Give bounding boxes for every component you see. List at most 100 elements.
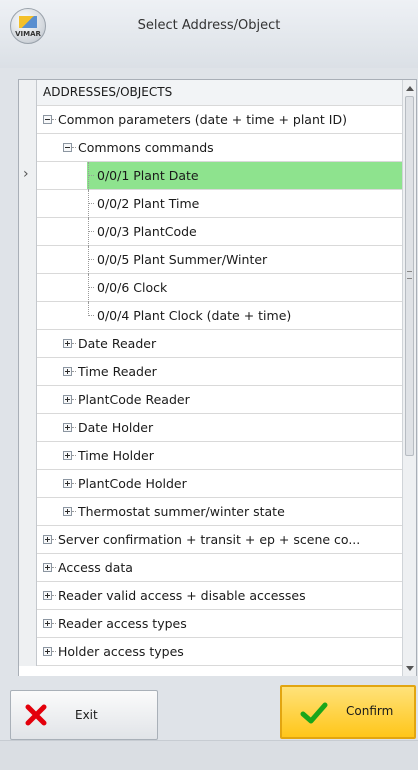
tree-row[interactable]: 0/0/1 Plant Date	[19, 162, 402, 190]
tree-row[interactable]: Server confirmation + transit + ep + sce…	[19, 526, 402, 554]
tree-item-label[interactable]: Common parameters (date + time + plant I…	[58, 112, 347, 127]
expand-icon[interactable]	[63, 339, 72, 348]
row-header[interactable]	[19, 302, 37, 330]
tree-row[interactable]: 0/0/6 Clock	[19, 274, 402, 302]
tree-row[interactable]: 0/0/2 Plant Time	[19, 190, 402, 218]
collapse-icon[interactable]	[63, 143, 72, 152]
row-header[interactable]	[19, 134, 37, 162]
row-header[interactable]	[19, 274, 37, 302]
tree-connector	[72, 371, 76, 372]
tree-item-label[interactable]: Reader access types	[58, 616, 187, 631]
tree-row[interactable]: Commons commands	[19, 134, 402, 162]
tree-row[interactable]: Thermostat summer/winter state	[19, 498, 402, 526]
tree-item-label[interactable]: Access data	[58, 560, 133, 575]
tree-item-label[interactable]: Commons commands	[78, 140, 214, 155]
tree-row[interactable]: Holder access types	[19, 638, 402, 666]
tree-item-label[interactable]: Thermostat summer/winter state	[78, 504, 285, 519]
tree-item-label[interactable]: 0/0/2 Plant Time	[97, 196, 199, 211]
tree-connector	[88, 190, 89, 218]
tree-connector	[52, 539, 56, 540]
tree-item-label[interactable]: PlantCode Reader	[78, 392, 190, 407]
tree-row[interactable]: 0/0/4 Plant Clock (date + time)	[19, 302, 402, 330]
tree-item-label[interactable]: Date Reader	[78, 336, 156, 351]
expand-icon[interactable]	[43, 535, 52, 544]
address-tree-grid: ADDRESSES/OBJECTS Common parameters (dat…	[18, 79, 417, 678]
tree-row[interactable]: Common parameters (date + time + plant I…	[19, 106, 402, 134]
column-header[interactable]: ADDRESSES/OBJECTS	[43, 85, 172, 99]
row-header[interactable]	[19, 246, 37, 274]
tree-connector	[72, 147, 76, 148]
row-header[interactable]	[19, 638, 37, 666]
row-header-corner	[19, 80, 37, 106]
exit-button[interactable]: Exit	[10, 690, 158, 740]
tree-connector	[72, 455, 76, 456]
tree-item-label[interactable]: 0/0/1 Plant Date	[97, 168, 199, 183]
tree-item-label[interactable]: 0/0/6 Clock	[97, 280, 167, 295]
row-header[interactable]	[19, 190, 37, 218]
expand-icon[interactable]	[63, 507, 72, 516]
expand-icon[interactable]	[63, 367, 72, 376]
tree-item-label[interactable]: 0/0/3 PlantCode	[97, 224, 197, 239]
row-header[interactable]	[19, 218, 37, 246]
tree-item-label[interactable]: Date Holder	[78, 420, 153, 435]
tree-row[interactable]: Reader access types	[19, 610, 402, 638]
tree-row[interactable]: Access data	[19, 554, 402, 582]
tree-item-label[interactable]: Time Reader	[78, 364, 157, 379]
tree-row[interactable]: 0/0/5 Plant Summer/Winter	[19, 246, 402, 274]
tree-connector	[52, 623, 56, 624]
row-header[interactable]	[19, 582, 37, 610]
exit-label: Exit	[75, 708, 98, 722]
collapse-icon[interactable]	[43, 115, 52, 124]
tree-row[interactable]: 0/0/3 PlantCode	[19, 218, 402, 246]
scroll-up-arrow-icon[interactable]	[406, 86, 414, 91]
tree-item-label[interactable]: 0/0/4 Plant Clock (date + time)	[97, 308, 291, 323]
tree-item-label[interactable]: 0/0/5 Plant Summer/Winter	[97, 252, 267, 267]
expand-icon[interactable]	[63, 479, 72, 488]
tree-connector	[72, 427, 76, 428]
expand-icon[interactable]	[63, 451, 72, 460]
row-header[interactable]	[19, 414, 37, 442]
row-header[interactable]	[19, 526, 37, 554]
row-header[interactable]	[19, 498, 37, 526]
row-header[interactable]	[19, 106, 37, 134]
tree-item-label[interactable]: Server confirmation + transit + ep + sce…	[58, 532, 360, 547]
row-header[interactable]	[19, 470, 37, 498]
confirm-button[interactable]: Confirm	[280, 685, 416, 739]
row-header[interactable]	[19, 442, 37, 470]
tree-row[interactable]: Time Reader	[19, 358, 402, 386]
tree-row[interactable]: PlantCode Holder	[19, 470, 402, 498]
tree-connector	[88, 175, 94, 176]
row-header[interactable]	[19, 330, 37, 358]
expand-icon[interactable]	[43, 591, 52, 600]
tree-row[interactable]: Date Holder	[19, 414, 402, 442]
tree-row[interactable]: Reader valid access + disable accesses	[19, 582, 402, 610]
tree-item-label[interactable]: Time Holder	[78, 448, 154, 463]
expand-icon[interactable]	[43, 647, 52, 656]
scroll-thumb[interactable]	[405, 96, 414, 456]
tree-connector	[88, 259, 94, 260]
tree-connector	[88, 203, 94, 204]
row-header[interactable]	[19, 386, 37, 414]
expand-icon[interactable]	[63, 395, 72, 404]
expand-icon[interactable]	[43, 619, 52, 628]
tree-row[interactable]: PlantCode Reader	[19, 386, 402, 414]
select-address-dialog: VIMAR Select Address/Object ADDRESSES/OB…	[0, 0, 418, 770]
row-header[interactable]	[19, 554, 37, 582]
tree-connector	[88, 315, 94, 316]
tree-connector	[72, 399, 76, 400]
tree-row[interactable]: Date Reader	[19, 330, 402, 358]
tree-item-label[interactable]: Reader valid access + disable accesses	[58, 588, 306, 603]
expand-icon[interactable]	[43, 563, 52, 572]
tree-connector	[52, 595, 56, 596]
scroll-down-arrow-icon[interactable]	[406, 666, 414, 671]
current-row-indicator[interactable]	[19, 162, 37, 190]
expand-icon[interactable]	[63, 423, 72, 432]
row-header[interactable]	[19, 358, 37, 386]
tree-connector	[88, 287, 94, 288]
tree-item-label[interactable]: PlantCode Holder	[78, 476, 187, 491]
tree-row[interactable]: Time Holder	[19, 442, 402, 470]
row-header[interactable]	[19, 610, 37, 638]
tree-item-label[interactable]: Holder access types	[58, 644, 184, 659]
vertical-scrollbar[interactable]	[402, 80, 416, 677]
tree-connector	[88, 274, 89, 302]
